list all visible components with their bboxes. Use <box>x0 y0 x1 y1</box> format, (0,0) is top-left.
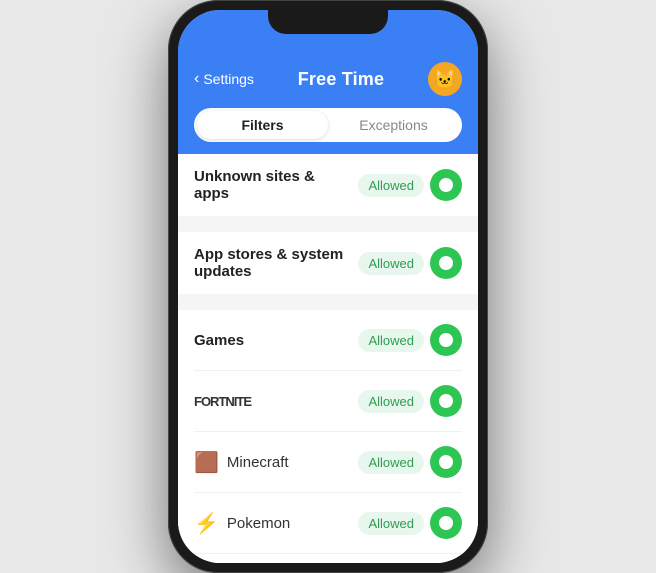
phone-device: ‹ Settings Free Time 🐱 Filters Exception… <box>168 0 488 573</box>
minecraft-toggle[interactable] <box>430 446 462 478</box>
unknown-sites-control: Allowed <box>358 169 462 201</box>
back-button[interactable]: ‹ Settings <box>194 70 254 88</box>
fortnite-badge: Allowed <box>358 390 424 413</box>
app-stores-label: App stores & system updates <box>194 246 358 280</box>
pokemon-control: Allowed <box>358 507 462 539</box>
avatar[interactable]: 🐱 <box>428 62 462 96</box>
unknown-sites-label: Unknown sites & apps <box>194 168 358 202</box>
minecraft-icon: 🟫 <box>194 450 219 475</box>
phone-screen: ‹ Settings Free Time 🐱 Filters Exception… <box>178 10 478 563</box>
unknown-sites-toggle[interactable] <box>430 169 462 201</box>
games-row: Games Allowed <box>194 310 462 371</box>
games-label: Games <box>194 332 358 349</box>
app-stores-section: App stores & system updates Allowed <box>178 232 478 294</box>
games-section: Games Allowed FORTNITE Allowed <box>178 310 478 563</box>
pokemon-label: ⚡ Pokemon <box>194 511 358 536</box>
fortnite-icon: FORTNITE <box>194 394 251 409</box>
app-stores-row: App stores & system updates Allowed <box>194 232 462 294</box>
unknown-sites-section: Unknown sites & apps Allowed <box>178 154 478 216</box>
minecraft-label: 🟫 Minecraft <box>194 450 358 475</box>
page-title: Free Time <box>298 69 385 90</box>
app-stores-toggle[interactable] <box>430 247 462 279</box>
roblox-row: roblox Roblox Allowed <box>194 554 462 563</box>
pokemon-badge: Allowed <box>358 512 424 535</box>
status-bar <box>178 10 478 54</box>
app-stores-badge: Allowed <box>358 252 424 275</box>
fortnite-toggle[interactable] <box>430 385 462 417</box>
games-toggle[interactable] <box>430 324 462 356</box>
gap-2 <box>178 302 478 310</box>
app-stores-control: Allowed <box>358 247 462 279</box>
chevron-left-icon: ‹ <box>194 70 199 88</box>
minecraft-control: Allowed <box>358 446 462 478</box>
back-label: Settings <box>203 71 254 87</box>
gap-1 <box>178 224 478 232</box>
unknown-sites-badge: Allowed <box>358 174 424 197</box>
games-control: Allowed <box>358 324 462 356</box>
phone-notch <box>268 10 388 34</box>
unknown-sites-row: Unknown sites & apps Allowed <box>194 154 462 216</box>
content-area: Unknown sites & apps Allowed App stores … <box>178 154 478 563</box>
minecraft-row: 🟫 Minecraft Allowed <box>194 432 462 493</box>
navigation-bar: ‹ Settings Free Time 🐱 <box>178 54 478 108</box>
fortnite-label: FORTNITE <box>194 394 358 409</box>
games-badge: Allowed <box>358 329 424 352</box>
tab-bar: Filters Exceptions <box>194 108 462 142</box>
pokemon-icon: ⚡ <box>194 511 219 536</box>
avatar-emoji: 🐱 <box>434 69 456 90</box>
fortnite-row: FORTNITE Allowed <box>194 371 462 432</box>
pokemon-toggle[interactable] <box>430 507 462 539</box>
pokemon-row: ⚡ Pokemon Allowed <box>194 493 462 554</box>
minecraft-badge: Allowed <box>358 451 424 474</box>
tab-filters[interactable]: Filters <box>197 111 328 139</box>
tabs-container: Filters Exceptions <box>178 108 478 154</box>
tab-exceptions[interactable]: Exceptions <box>328 111 459 139</box>
fortnite-control: Allowed <box>358 385 462 417</box>
